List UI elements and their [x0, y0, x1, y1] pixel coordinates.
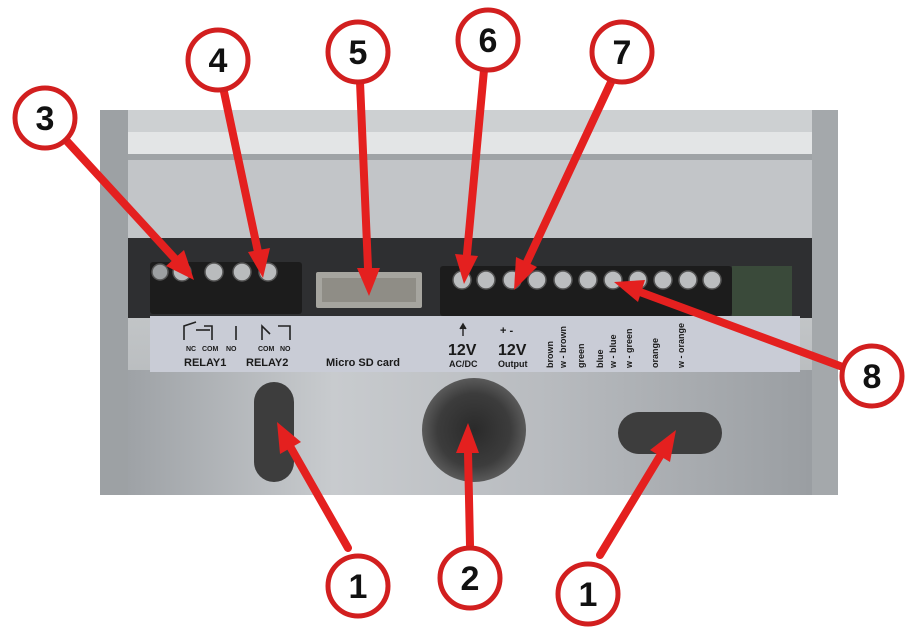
- callout-7: 7: [589, 19, 655, 85]
- wire-label: w - brown: [558, 326, 568, 369]
- wire-label: w - blue: [608, 335, 618, 370]
- svg-text:2: 2: [461, 560, 480, 598]
- callout-1-left: 1: [325, 553, 391, 619]
- micro-sd-label: Micro SD card: [326, 357, 400, 369]
- wire-label: w - orange: [676, 323, 686, 369]
- callout-6: 6: [455, 7, 521, 73]
- power-out-type: Output: [498, 359, 528, 369]
- screw-terminal: [232, 262, 252, 282]
- wire-label: w - green: [624, 328, 634, 369]
- relay2-label: RELAY2: [246, 357, 288, 369]
- callout-8: 8: [839, 343, 905, 409]
- power-in-type: AC/DC: [449, 359, 478, 369]
- callout-5: 5: [325, 19, 391, 85]
- screw-terminal: [578, 270, 598, 290]
- wire-label: blue: [595, 349, 605, 368]
- relay1-contact-com: COM: [202, 346, 219, 353]
- svg-text:7: 7: [613, 34, 632, 72]
- relay2-contact-no: NO: [280, 346, 291, 353]
- screw-terminal: [702, 270, 722, 290]
- wire-label: brown: [545, 341, 555, 368]
- callout-2: 2: [437, 545, 503, 611]
- svg-text:6: 6: [479, 22, 498, 60]
- label-panel: NC COM NO RELAY1 COM NO RELAY2 Micro SD …: [150, 316, 800, 372]
- callout-3: 3: [12, 85, 78, 151]
- screw-terminal: [151, 263, 169, 281]
- svg-text:4: 4: [209, 42, 228, 80]
- relay1-contact-nc: NC: [186, 346, 196, 353]
- intercom-wiring-diagram: NC COM NO RELAY1 COM NO RELAY2 Micro SD …: [12, 7, 905, 627]
- wire-label: orange: [650, 338, 660, 368]
- svg-text:1: 1: [349, 568, 368, 606]
- screw-terminal: [204, 262, 224, 282]
- terminal-block-power-wires: [440, 266, 792, 316]
- relay2-contact-com: COM: [258, 346, 275, 353]
- power-out-voltage: 12V: [498, 342, 527, 359]
- svg-text:1: 1: [579, 576, 598, 614]
- screw-terminal: [553, 270, 573, 290]
- wire-label: green: [576, 343, 586, 368]
- power-out-polarity: + -: [500, 325, 513, 337]
- svg-text:3: 3: [36, 100, 55, 138]
- callout-1-right: 1: [555, 561, 621, 627]
- screw-terminal: [527, 270, 547, 290]
- terminal-block-relays: [150, 262, 302, 314]
- svg-text:8: 8: [863, 358, 882, 396]
- screw-terminal: [678, 270, 698, 290]
- cable-entry-hole: [422, 378, 526, 482]
- power-in-voltage: 12V: [448, 342, 477, 359]
- relay1-label: RELAY1: [184, 357, 226, 369]
- arrow-2: [464, 448, 474, 549]
- screw-terminal: [476, 270, 496, 290]
- relay1-contact-no: NO: [226, 346, 237, 353]
- svg-text:5: 5: [349, 34, 368, 72]
- screw-terminal: [653, 270, 673, 290]
- callout-4: 4: [185, 27, 251, 93]
